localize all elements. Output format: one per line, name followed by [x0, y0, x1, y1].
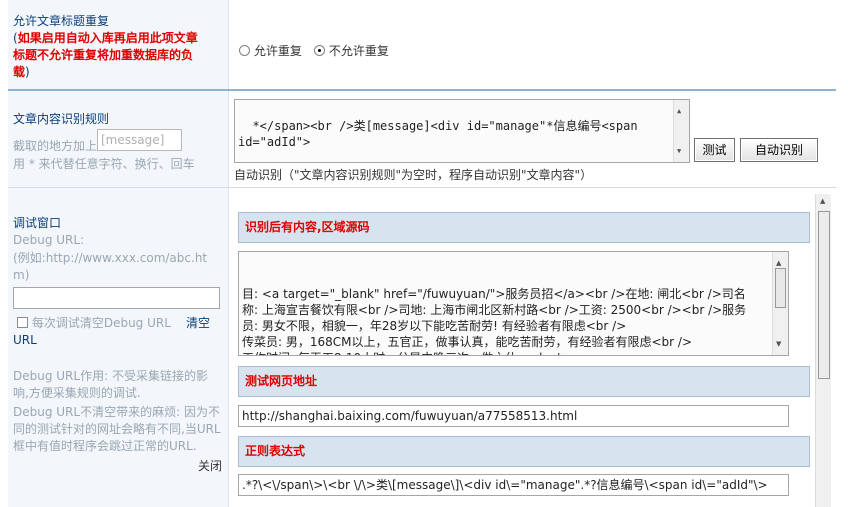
section-regex-header: 正则表达式 — [238, 436, 810, 467]
debug-url-input[interactable] — [13, 287, 220, 309]
warning-line-3: 载 — [13, 65, 26, 79]
scroll-down-icon[interactable]: ▼ — [776, 336, 781, 352]
debug-url-label: Debug URL: — [13, 233, 85, 247]
content-rule-hint-prefix: 截取的地方加上 — [13, 139, 98, 153]
scroll-down-icon[interactable]: ▼ — [677, 143, 681, 159]
radio-disallow-duplicate[interactable]: 不允许重复 — [314, 42, 389, 59]
debug-url-usage: Debug URL作用: 不受采集链接的影响,方便采集规则的调试. — [13, 369, 208, 400]
source-line: 称: 上海宣吉餐饮有限<br />司地: 上海市闸北区新村路<br />工资: … — [242, 303, 747, 317]
source-code-textarea[interactable]: 目: <a target="_blank" href="/fuwuyuan/">… — [238, 251, 789, 356]
auto-detect-note: 自动识别（"文章内容识别规则"为空时，程序自动识别"文章内容"） — [234, 168, 593, 182]
source-line: 传菜员: 男，168CM以上，五官正，做事认真，能吃苦耐劳，有经验者有限虑<br… — [242, 335, 693, 349]
regex-input[interactable]: .*?\<\/span\>\<br \/\>类\[message\]\<div … — [238, 474, 789, 496]
scroll-up-icon[interactable]: ▲ — [820, 197, 825, 205]
radio-disallow-icon[interactable] — [314, 45, 325, 56]
radio-allow-duplicate[interactable]: 允许重复 — [239, 42, 302, 59]
test-url-input[interactable]: http://shanghai.baixing.com/fuwuyuan/a77… — [238, 405, 789, 427]
close-link[interactable]: 关闭 — [198, 458, 222, 475]
source-line: 目: <a target="_blank" href="/fuwuyuan/">… — [242, 287, 746, 301]
warning-line-1: 如果启用自动入库再启用此项文章 — [17, 31, 198, 45]
radio-allow-icon[interactable] — [239, 45, 250, 56]
debug-window-title: 调试窗口 — [13, 216, 62, 230]
content-rule-value: *</span><br />类[message]<div id="manage"… — [238, 119, 645, 149]
source-line: 员: 男女不限，相貌一，年28岁以下能吃苦耐劳! 有经验者有限虑<br /> — [242, 319, 627, 333]
allow-duplicate-title: 允许文章标题重复 — [13, 14, 110, 28]
test-url-value: http://shanghai.baixing.com/fuwuyuan/a77… — [242, 409, 578, 423]
source-scrollbar[interactable]: ▲ ▼ — [772, 252, 788, 355]
section-source-header: 识别后有内容,区域源码 — [238, 212, 810, 243]
scroll-thumb[interactable] — [818, 211, 830, 379]
radio-allow-label: 允许重复 — [253, 44, 302, 58]
content-rule-hint-suffix: 用 * 来代替任意字符、换行、回车 — [13, 157, 195, 171]
source-code-lines: 目: <a target="_blank" href="/fuwuyuan/">… — [242, 286, 768, 355]
auto-detect-button[interactable]: 自动识别 — [740, 138, 818, 162]
source-line: 工作时间: 每天工8-10小时，分早中晚三次，做六休一<br /> — [242, 350, 768, 355]
debug-url-example: (例如:http://www.xxx.com/abc.htm) — [13, 251, 208, 282]
warning-line-2: 标题不允许重复将加重数据库的负 — [13, 48, 194, 62]
scroll-thumb[interactable] — [775, 268, 786, 308]
radio-disallow-label: 不允许重复 — [328, 44, 389, 58]
clear-url-link[interactable]: 清空URL — [13, 315, 223, 349]
message-tag-text: [message] — [101, 133, 165, 147]
regex-value: .*?\<\/span\>\<br \/\>类\[message\]\<div … — [242, 478, 768, 492]
section-test-url-header: 测试网页地址 — [238, 366, 810, 397]
debug-panel-scrollbar[interactable]: ▲ — [815, 194, 831, 507]
content-rule-title: 文章内容识别规则 — [13, 112, 110, 126]
message-tag-box: [message] — [97, 129, 182, 151]
test-button[interactable]: 测试 — [694, 138, 735, 162]
debug-url-note: Debug URL不清空带来的麻烦: 因为不同的测试针对的网址会略有不同,当UR… — [13, 405, 221, 453]
scroll-up-icon[interactable]: ▲ — [677, 103, 681, 119]
duplicate-warning: (如果启用自动入库再启用此项文章 标题不允许重复将加重数据库的负 载) — [13, 31, 198, 79]
textarea-scrollbar[interactable]: ▲ ▼ — [673, 100, 689, 162]
content-rule-textarea[interactable]: *</span><br />类[message]<div id="manage"… — [234, 99, 690, 163]
